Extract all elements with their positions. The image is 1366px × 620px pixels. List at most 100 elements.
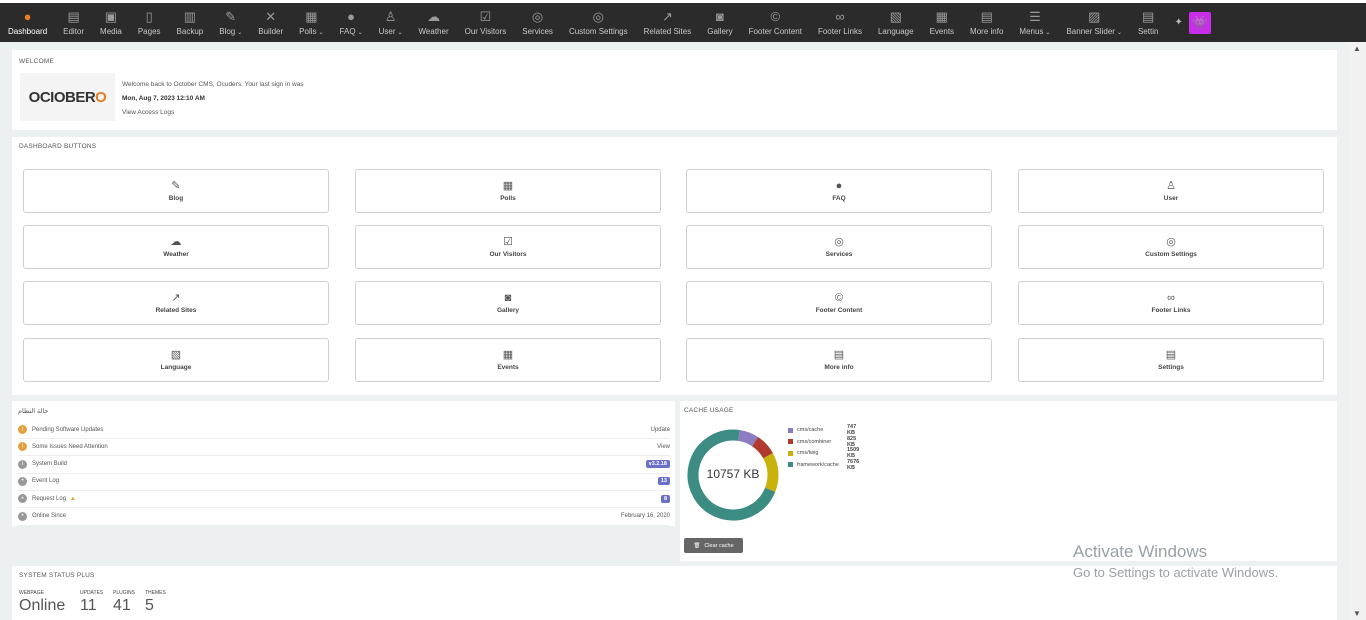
nav-item-footer-links[interactable]: ∞ Footer Links xyxy=(810,3,870,42)
warning-icon: ! xyxy=(18,425,27,434)
dashboard-button-label: Language xyxy=(160,364,192,371)
settings-icon: ▤ xyxy=(1165,349,1177,361)
clear-cache-button[interactable]: 🗑 Clear cache xyxy=(684,538,743,553)
view-access-logs-link[interactable]: View Access Logs xyxy=(122,109,174,116)
dashboard-button-faq[interactable]: ● FAQ xyxy=(686,169,992,213)
blog-icon: ✎ xyxy=(171,180,181,192)
dashboard-button-weather[interactable]: ☁ Weather xyxy=(23,225,329,269)
custom-settings-icon: ◎ xyxy=(592,8,604,24)
legend-swatch xyxy=(788,427,793,433)
dashboard-button-gallery[interactable]: ◙ Gallery xyxy=(355,281,661,325)
nav-item-faq[interactable]: ● FAQ ⌄ xyxy=(332,3,371,42)
nav-item-gallery[interactable]: ◙ Gallery xyxy=(699,3,740,42)
nav-item-footer-content[interactable]: © Footer Content xyxy=(741,3,810,42)
nav-label-text: Menus xyxy=(1019,26,1044,36)
nav-item-polls[interactable]: ▦ Polls ⌄ xyxy=(291,3,331,42)
warning-icon: ! xyxy=(18,442,27,452)
faq-icon: ● xyxy=(835,180,843,192)
dashboard-button-our-visitors[interactable]: ☑ Our Visitors xyxy=(355,225,661,269)
nav-item-dashboard[interactable]: ● Dashboard xyxy=(0,3,55,42)
logo-text: OCIOBER xyxy=(28,88,96,106)
nav-item-media[interactable]: ▣ Media xyxy=(92,3,130,42)
request-log-icon: • xyxy=(18,494,27,504)
system-status-row[interactable]: • Event Log 13 xyxy=(18,473,670,491)
dashboard-button-settings[interactable]: ▤ Settings xyxy=(1018,338,1324,382)
dashboard-button-more-info[interactable]: ▤ More info xyxy=(686,338,992,382)
dashboard-button-language[interactable]: ▧ Language xyxy=(23,338,329,382)
related-sites-icon: ↗ xyxy=(661,8,673,24)
nav-label: Language xyxy=(878,27,914,36)
system-status-row[interactable]: i System Build v3.2.18 xyxy=(18,456,670,474)
nav-label: Media xyxy=(100,27,122,36)
nav-item-language[interactable]: ▧ Language xyxy=(870,3,922,42)
system-status-row[interactable]: ! Pending Software Updates Update xyxy=(18,421,670,439)
nav-item-related-sites[interactable]: ↗ Related Sites xyxy=(636,3,700,42)
dashboard-button-custom-settings[interactable]: ◎ Custom Settings xyxy=(1018,225,1324,269)
system-status-row[interactable]: • Request Log ▲ 8 xyxy=(18,490,670,509)
gallery-icon: ◙ xyxy=(715,8,724,24)
nav-item-builder[interactable]: ✕ Builder xyxy=(250,3,291,42)
nav-label-text: Builder xyxy=(258,26,284,36)
user-icon: ♙ xyxy=(384,8,397,24)
footer-content-icon: © xyxy=(834,292,844,304)
scroll-up-arrow-icon[interactable]: ▲ xyxy=(1353,44,1361,53)
nav-label-text: Pages xyxy=(137,26,161,36)
diamond-icon[interactable]: ✦ xyxy=(1174,17,1182,28)
legend-item: framework/cache 7676 KB xyxy=(788,459,859,471)
system-status-row[interactable]: • Online Since February 16, 2020 xyxy=(18,508,670,526)
nav-item-pages[interactable]: ▯ Pages xyxy=(130,3,169,42)
weather-icon: ☁ xyxy=(170,236,182,248)
dashboard-button-footer-links[interactable]: ∞ Footer Links xyxy=(1018,281,1324,325)
avatar-icon: 👾 xyxy=(1191,14,1208,30)
status-value[interactable]: View xyxy=(657,444,670,450)
dashboard-button-services[interactable]: ◎ Services xyxy=(686,225,992,269)
nav-item-backup[interactable]: ▥ Backup xyxy=(169,3,212,42)
dashboard-button-related-sites[interactable]: ↗ Related Sites xyxy=(23,281,329,325)
nav-item-events[interactable]: ▦ Events xyxy=(922,3,962,42)
user-avatar[interactable]: 👾 xyxy=(1188,11,1211,34)
nav-item-our-visitors[interactable]: ☑ Our Visitors xyxy=(457,3,515,42)
nav-item-settin[interactable]: ▤ Settin xyxy=(1130,3,1166,42)
clear-cache-label: Clear cache xyxy=(704,542,734,549)
nav-item-blog[interactable]: ✎ Blog ⌄ xyxy=(211,3,250,42)
system-status-title: حالة النظام xyxy=(18,408,49,415)
dashboard-button-label: Our Visitors xyxy=(489,251,527,258)
status-value[interactable]: Update xyxy=(651,427,670,433)
scroll-down-arrow-icon[interactable]: ▼ xyxy=(1353,609,1361,618)
dashboard-button-footer-content[interactable]: © Footer Content xyxy=(686,281,992,325)
nav-item-editor[interactable]: ▤ Editor xyxy=(55,3,92,42)
legend-value: 7676 KB xyxy=(847,458,860,471)
dashboard-button-polls[interactable]: ▦ Polls xyxy=(355,169,661,213)
dashboard-button-events[interactable]: ▦ Events xyxy=(355,338,661,382)
dashboard-button-label: Settings xyxy=(1158,364,1184,371)
welcome-message: Welcome back to October CMS, Ocuders. Yo… xyxy=(122,81,304,88)
language-icon: ▧ xyxy=(889,8,902,24)
legend-item: cms/cache 747 KB xyxy=(788,424,856,436)
stat-plugins: PLUGINS 41 xyxy=(113,590,135,615)
nav-item-weather[interactable]: ☁ Weather xyxy=(411,3,457,42)
nav-item-user[interactable]: ♙ User ⌄ xyxy=(371,3,411,42)
footer-links-icon: ∞ xyxy=(1167,292,1175,304)
dashboard-buttons-title: DASHBOARD BUTTONS xyxy=(19,143,97,150)
nav-label-text: Related Sites xyxy=(643,26,692,36)
nav-item-more-info[interactable]: ▤ More info xyxy=(962,3,1011,42)
dashboard-button-user[interactable]: ♙ User xyxy=(1018,169,1324,213)
nav-item-banner-slider[interactable]: ▨ Banner Slider ⌄ xyxy=(1058,3,1130,42)
nav-item-menus[interactable]: ☰ Menus ⌄ xyxy=(1011,3,1058,42)
nav-label: Builder xyxy=(258,27,283,36)
pages-icon: ▯ xyxy=(145,8,153,24)
nav-item-services[interactable]: ◎ Services xyxy=(514,3,561,42)
event-log-icon: • xyxy=(18,476,27,486)
chevron-down-icon: ⌄ xyxy=(357,29,363,36)
nav-item-custom-settings[interactable]: ◎ Custom Settings xyxy=(561,3,636,42)
nav-label: Our Visitors xyxy=(465,27,507,36)
dashboard-button-label: Events xyxy=(497,364,519,371)
language-icon: ▧ xyxy=(170,349,182,361)
dashboard-button-blog[interactable]: ✎ Blog xyxy=(23,169,329,213)
system-status-row[interactable]: ! Some Issues Need Attention View xyxy=(18,438,670,457)
dashboard-button-label: User xyxy=(1163,195,1179,202)
nav-label: Editor xyxy=(63,27,84,36)
stat-label: PLUGINS xyxy=(113,590,135,596)
page-scrollbar[interactable]: ▲ ▼ xyxy=(1349,42,1366,620)
cache-usage-title: CACHE USAGE xyxy=(684,407,734,414)
